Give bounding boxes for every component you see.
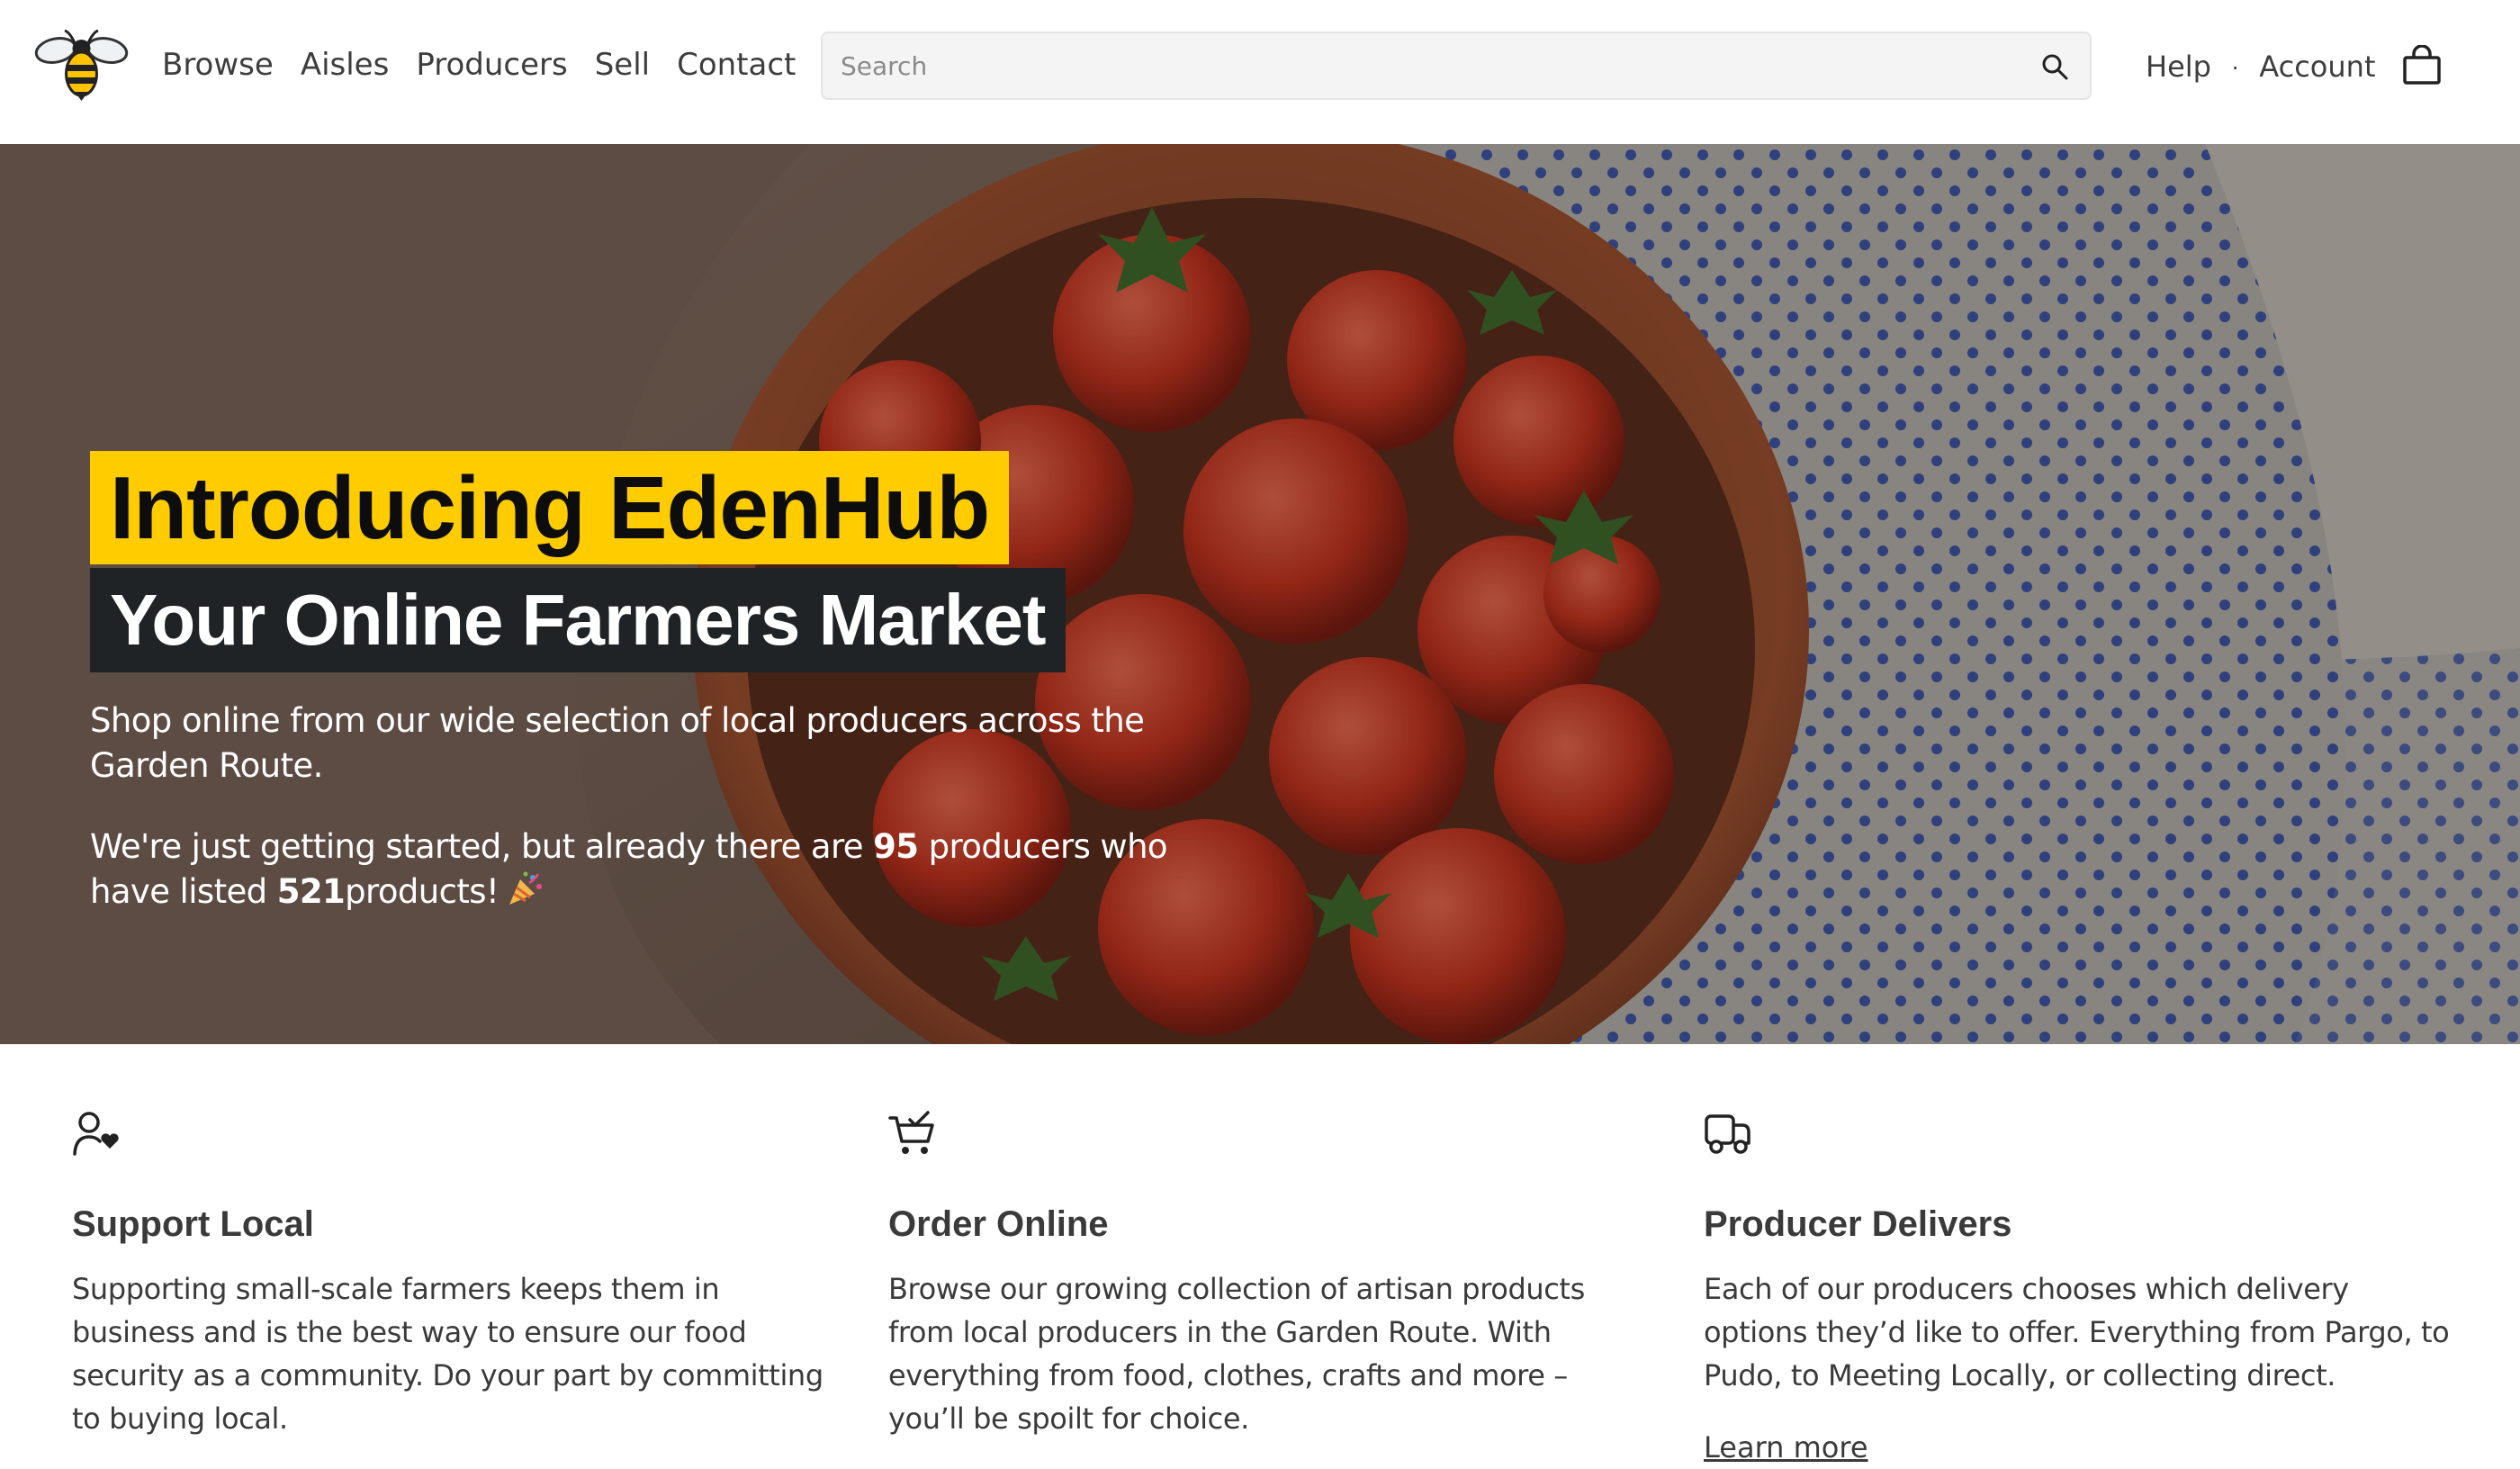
nav-contact[interactable]: Contact [677,41,796,88]
hero-intro-text: Shop online from our wide selection of l… [90,701,1145,785]
feature-support-local: Support Local Supporting small-scale far… [72,1109,828,1436]
search-icon[interactable] [2039,51,2070,82]
learn-more-link[interactable]: Learn more [1704,1426,1868,1469]
producer-count: 95 [873,827,919,866]
nav-aisles[interactable]: Aisles [301,41,390,88]
feature-title: Support Local [72,1204,314,1244]
bee-logo-icon[interactable] [34,27,129,103]
party-popper-icon [509,871,543,905]
help-link[interactable]: Help [2146,41,2211,92]
feature-text: Browse our growing collection of artisan… [888,1272,1585,1436]
shopping-bag-icon[interactable] [2401,45,2443,86]
hero-stats-text: We're just getting started, but already … [90,825,1170,915]
feature-order-online: Order Online Browse our growing collecti… [888,1109,1644,1436]
feature-text: Each of our producers chooses which deli… [1704,1272,2450,1392]
feature-text: Supporting small-scale farmers keeps the… [72,1272,824,1436]
utility-links: Help · Account [2146,41,2375,92]
site-header: Browse Aisles Producers Sell Contact Hel… [0,0,2520,144]
product-count: 521 [276,872,346,911]
hero-stats-part1: We're just getting started, but already … [90,827,864,866]
user-heart-icon [73,1112,119,1156]
delivery-truck-icon [1705,1114,1750,1154]
feature-producer-delivers: Producer Delivers Each of our producers … [1704,1109,2460,1464]
hero-subtitle: Your Online Farmers Market [90,568,1066,672]
nav-producers[interactable]: Producers [416,41,567,88]
cart-check-icon [888,1111,934,1154]
search-bar [821,32,2092,100]
hero-title: Introducing EdenHub [90,451,1010,564]
nav-sell[interactable]: Sell [595,41,650,88]
nav-browse[interactable]: Browse [162,41,274,88]
account-link[interactable]: Account [2259,41,2375,92]
hero-banner: Introducing EdenHub Your Online Farmers … [0,144,2520,1044]
main-nav: Browse Aisles Producers Sell Contact [162,41,796,88]
separator-dot: · [2230,52,2240,80]
feature-title: Producer Delivers [1704,1204,2012,1244]
hero-stats-part3: products! [345,872,500,911]
search-input[interactable] [823,33,2011,98]
feature-title: Order Online [888,1204,1109,1244]
